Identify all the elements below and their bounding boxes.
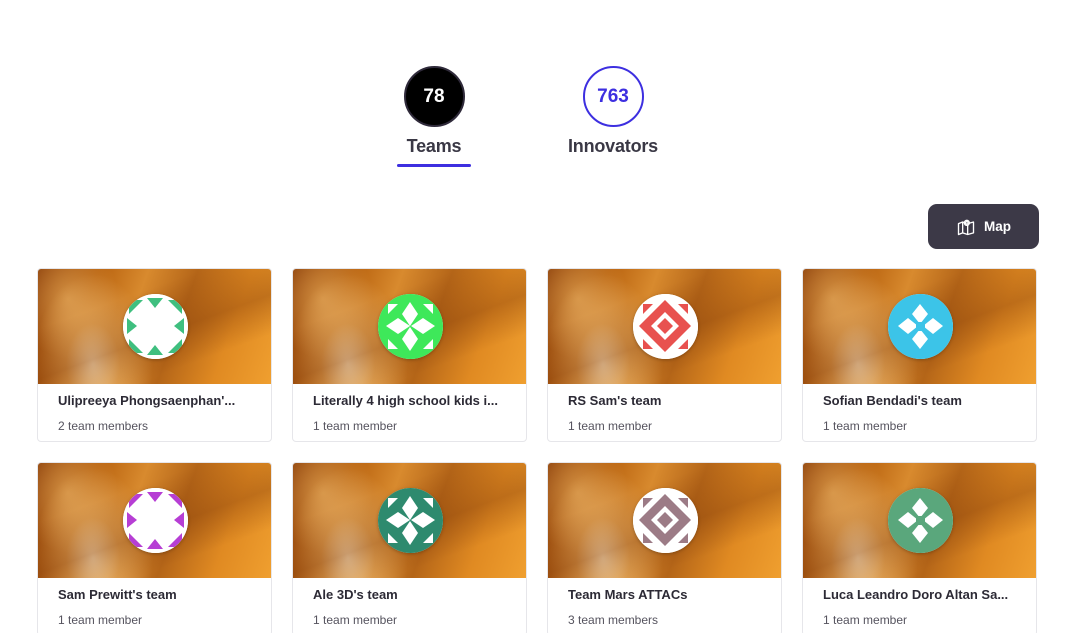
map-button[interactable]: Map [928, 204, 1039, 249]
innovators-count-badge: 763 [582, 66, 644, 127]
team-avatar [633, 488, 698, 553]
innovators-label: Innovators [567, 136, 658, 156]
team-member-count: 1 team member [58, 613, 143, 627]
team-name: Ulipreeya Phongsaenphan'... [58, 393, 236, 408]
teams-count-badge: 78 [403, 66, 465, 127]
team-avatar [378, 488, 443, 553]
team-member-count: 1 team member [568, 419, 653, 433]
tab-teams[interactable]: 78 Teams [397, 66, 471, 167]
team-name: Team Mars ATTACs [568, 587, 688, 602]
team-card[interactable]: RS Sam's team 1 team member [547, 268, 782, 442]
team-name: Sofian Bendadi's team [823, 393, 962, 408]
team-card[interactable]: Literally 4 high school kids i... 1 team… [292, 268, 527, 442]
team-card[interactable]: Team Mars ATTACs 3 team members [547, 462, 782, 633]
team-avatar [378, 294, 443, 359]
team-member-count: 1 team member [313, 613, 398, 627]
team-card[interactable]: Luca Leandro Doro Altan Sa... 1 team mem… [802, 462, 1037, 633]
team-name: Ale 3D's team [313, 587, 398, 602]
map-button-label: Map [984, 219, 1011, 234]
stats-tabs: 78 Teams 763 Innovators [0, 66, 1080, 167]
team-member-count: 3 team members [568, 613, 659, 627]
team-avatar [123, 294, 188, 359]
team-card[interactable]: Ale 3D's team 1 team member [292, 462, 527, 633]
team-name: Literally 4 high school kids i... [313, 393, 498, 408]
team-avatar [633, 294, 698, 359]
team-name: Sam Prewitt's team [58, 587, 177, 602]
team-name: RS Sam's team [568, 393, 662, 408]
team-member-count: 2 team members [58, 419, 149, 433]
team-card[interactable]: Sam Prewitt's team 1 team member [37, 462, 272, 633]
team-card[interactable]: Sofian Bendadi's team 1 team member [802, 268, 1037, 442]
active-tab-indicator [397, 164, 471, 167]
team-avatar [888, 294, 953, 359]
team-avatar [888, 488, 953, 553]
team-avatar [123, 488, 188, 553]
team-member-count: 1 team member [823, 419, 908, 433]
team-member-count: 1 team member [313, 419, 398, 433]
tab-innovators[interactable]: 763 Innovators [560, 66, 666, 157]
teams-label: Teams [406, 136, 462, 156]
team-member-count: 1 team member [823, 613, 908, 627]
team-name: Luca Leandro Doro Altan Sa... [823, 587, 1009, 602]
team-card[interactable]: Ulipreeya Phongsaenphan'... 2 team membe… [37, 268, 272, 442]
map-icon [957, 219, 975, 235]
